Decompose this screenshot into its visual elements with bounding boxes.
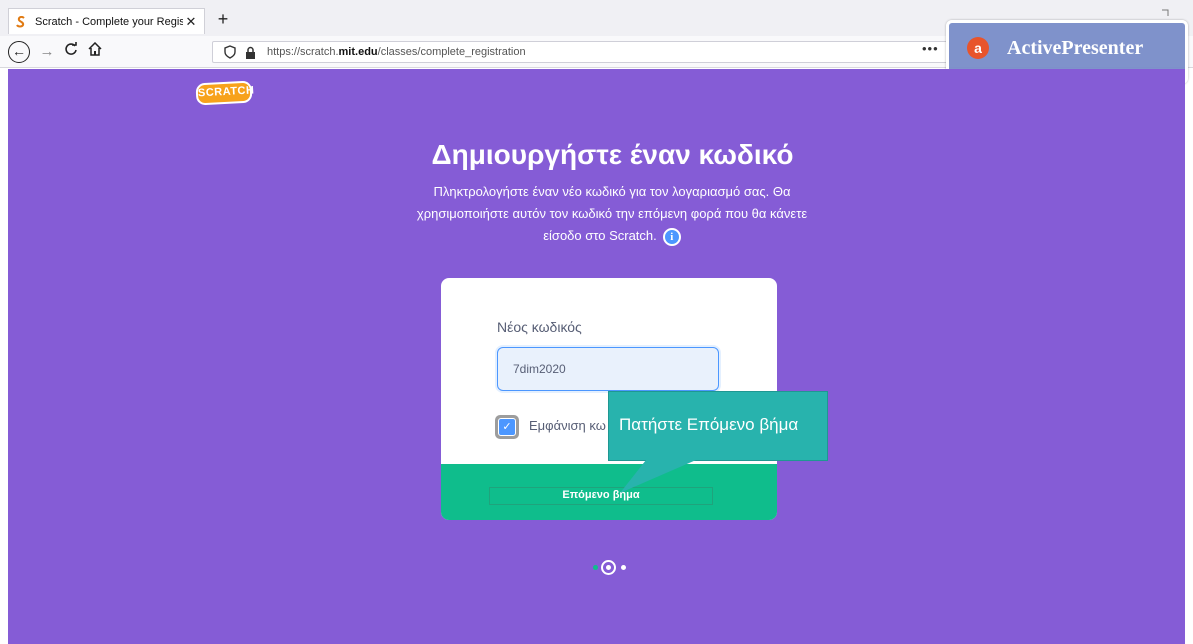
home-button[interactable] [84,41,106,63]
home-icon [88,41,102,56]
step-dot-1 [593,565,598,570]
instruction-callout: Πατήστε Επόμενο βήμα [608,391,828,461]
show-password-label: Εμφάνιση κω [529,418,606,433]
next-step-bar[interactable]: Επόμενο βήμα [441,464,777,520]
scratch-favicon-icon [15,15,27,29]
tab-title: Scratch - Complete your Regist [35,15,183,28]
browser-tab[interactable]: Scratch - Complete your Regist ✕ [8,8,205,34]
show-password-checkbox[interactable]: ✓ [495,415,519,439]
url-text: https://scratch.mit.edu/classes/complete… [267,46,526,58]
activepresenter-logo-icon: a [967,37,989,59]
reload-button[interactable] [60,41,82,63]
password-field[interactable]: 7dim2020 [497,347,719,391]
page-title: Δημιουργήστε έναν κωδικό [431,139,794,170]
next-step-button[interactable]: Επόμενο βήμα [489,487,713,505]
lock-icon[interactable] [243,45,257,59]
scratch-logo[interactable]: SCRATCH [195,80,255,106]
step-dot-current [601,560,616,575]
reload-icon [65,42,77,55]
page-description: Πληκτρολογήστε έναν νέο κωδικό για τον λ… [412,181,812,247]
checkmark-icon: ✓ [498,418,516,436]
page-actions-menu-button[interactable]: ••• [922,41,939,56]
new-tab-button[interactable]: + [212,8,234,30]
callout-text: Πατήστε Επόμενο βήμα [619,415,799,434]
shield-icon[interactable] [223,45,237,59]
step-indicator [590,559,630,575]
forward-button[interactable]: → [36,41,58,63]
back-button[interactable]: ← [8,41,30,63]
page-content: SCRATCH Δημιουργήστε έναν κωδικό Πληκτρο… [8,69,1185,644]
address-bar[interactable]: https://scratch.mit.edu/classes/complete… [212,41,950,63]
close-tab-icon[interactable]: ✕ [184,14,198,30]
password-label: Νέος κωδικός [497,319,582,335]
info-icon[interactable]: i [662,227,681,246]
step-dot-3 [621,565,626,570]
activepresenter-label: ActivePresenter [1007,37,1144,59]
